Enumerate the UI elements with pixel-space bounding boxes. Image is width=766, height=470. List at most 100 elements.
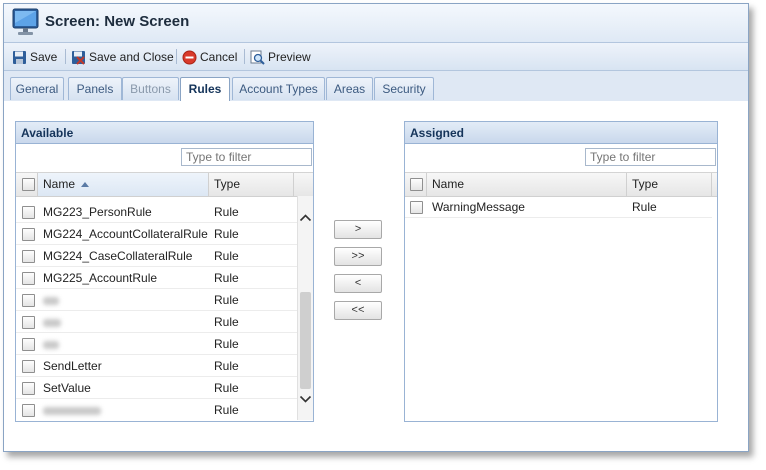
rule-name: MG224_AccountCollateralRule [43, 227, 208, 241]
preview-icon [250, 50, 265, 65]
save-and-close-label: Save and Close [89, 50, 174, 64]
scroll-up-icon[interactable] [298, 211, 313, 225]
available-scrollbar[interactable] [297, 196, 313, 420]
save-close-icon [72, 50, 85, 65]
tab-security[interactable]: Security [374, 77, 434, 100]
screen-editor-window: Screen: New Screen Save Save and Close C… [3, 3, 749, 452]
rule-type: Rule [214, 315, 239, 329]
monitor-icon [12, 8, 39, 35]
floppy-disk-icon [13, 50, 26, 64]
name-column-label: Name [43, 177, 76, 191]
name-column-header[interactable]: Name [38, 173, 209, 196]
rule-type: Rule [214, 359, 239, 373]
name-column-header[interactable]: Name [427, 173, 627, 196]
list-item[interactable]: MG223_PersonRule Rule [16, 201, 297, 223]
window-title: Screen: New Screen [45, 13, 190, 30]
list-item[interactable]: MG224_AccountCollateralRule Rule [16, 223, 297, 245]
redacted-rule-name [43, 311, 61, 333]
tab-buttons[interactable]: Buttons [122, 77, 179, 100]
rules-tab-content: Available Name Type MG223_PersonRule Rul [4, 101, 748, 451]
row-checkbox[interactable] [410, 201, 423, 214]
row-checkbox[interactable] [22, 294, 35, 307]
toolbar-divider [176, 49, 177, 64]
row-checkbox[interactable] [22, 228, 35, 241]
rule-type: Rule [214, 249, 239, 263]
tab-rules[interactable]: Rules [180, 77, 230, 102]
select-all-cell [405, 173, 427, 196]
redacted-rule-name [43, 333, 59, 355]
rule-type: Rule [214, 403, 239, 417]
rule-type: Rule [214, 337, 239, 351]
sort-ascending-icon [81, 182, 90, 187]
type-column-header[interactable]: Type [627, 173, 712, 196]
assigned-grid-header: Name Type [405, 172, 717, 197]
type-column-header[interactable]: Type [209, 173, 294, 196]
rule-type: Rule [214, 293, 239, 307]
title-bar: Screen: New Screen [4, 4, 748, 43]
preview-label: Preview [268, 50, 311, 64]
available-panel: Available Name Type MG223_PersonRule Rul [15, 121, 314, 422]
available-filter-input[interactable] [181, 148, 312, 166]
rule-name: MG224_CaseCollateralRule [43, 249, 193, 263]
rule-type: Rule [214, 227, 239, 241]
remove-all-button[interactable]: << [334, 301, 382, 320]
list-item[interactable]: Rule [16, 399, 297, 420]
tab-account-types[interactable]: Account Types [232, 77, 325, 100]
row-checkbox[interactable] [22, 250, 35, 263]
rule-name: MG223_PersonRule [43, 205, 152, 219]
available-grid-header: Name Type [16, 172, 313, 197]
row-checkbox[interactable] [22, 316, 35, 329]
tab-areas[interactable]: Areas [326, 77, 373, 100]
list-item[interactable]: Rule [16, 333, 297, 355]
list-item[interactable]: MG225_AccountRule Rule [16, 267, 297, 289]
preview-button[interactable]: Preview [250, 48, 311, 66]
list-item[interactable]: MG224_CaseCollateralRule Rule [16, 245, 297, 267]
assigned-panel-title: Assigned [405, 122, 717, 144]
add-selected-button[interactable]: > [334, 220, 382, 239]
toolbar-divider [65, 49, 66, 64]
redacted-rule-name [43, 399, 101, 420]
rule-type: Rule [214, 271, 239, 285]
list-item[interactable]: WarningMessage Rule [405, 196, 712, 218]
rule-name: MG225_AccountRule [43, 271, 158, 285]
tab-general[interactable]: General [10, 77, 64, 100]
row-checkbox[interactable] [22, 206, 35, 219]
rule-type: Rule [214, 205, 239, 219]
rule-type: Rule [632, 200, 657, 214]
list-item[interactable]: SetValue Rule [16, 377, 297, 399]
rule-type: Rule [214, 381, 239, 395]
cancel-label: Cancel [200, 50, 238, 64]
assigned-filter-input[interactable] [585, 148, 716, 166]
row-checkbox[interactable] [22, 360, 35, 373]
tab-strip: General Panels Buttons Rules Account Typ… [4, 71, 748, 102]
list-item[interactable]: SendLetter Rule [16, 355, 297, 377]
redacted-rule-name [43, 289, 59, 311]
add-all-button[interactable]: >> [334, 247, 382, 266]
scroll-down-icon[interactable] [298, 392, 313, 406]
list-item[interactable]: Rule [16, 311, 297, 333]
available-rows: MG223_PersonRule Rule MG224_AccountColla… [16, 196, 297, 420]
select-all-checkbox[interactable] [22, 178, 35, 191]
row-checkbox[interactable] [22, 272, 35, 285]
select-all-cell [16, 173, 38, 196]
tab-panels[interactable]: Panels [68, 77, 122, 100]
cancel-button[interactable]: Cancel [182, 48, 237, 66]
row-checkbox[interactable] [22, 404, 35, 417]
rule-name: SendLetter [43, 359, 102, 373]
save-label: Save [30, 50, 58, 64]
row-checkbox[interactable] [22, 338, 35, 351]
select-all-checkbox[interactable] [410, 178, 423, 191]
save-and-close-button[interactable]: Save and Close [71, 48, 174, 66]
scroll-thumb[interactable] [300, 292, 311, 389]
available-panel-title: Available [16, 122, 313, 144]
toolbar: Save Save and Close Cancel Preview [4, 43, 748, 71]
assigned-panel: Assigned Name Type WarningMessage Rule [404, 121, 718, 422]
row-checkbox[interactable] [22, 382, 35, 395]
list-item[interactable]: Rule [16, 289, 297, 311]
remove-selected-button[interactable]: < [334, 274, 382, 293]
toolbar-divider [244, 49, 245, 64]
save-button[interactable]: Save [12, 48, 57, 66]
rule-name: SetValue [43, 381, 91, 395]
available-filter-row [16, 144, 313, 172]
assigned-filter-row [405, 144, 717, 172]
